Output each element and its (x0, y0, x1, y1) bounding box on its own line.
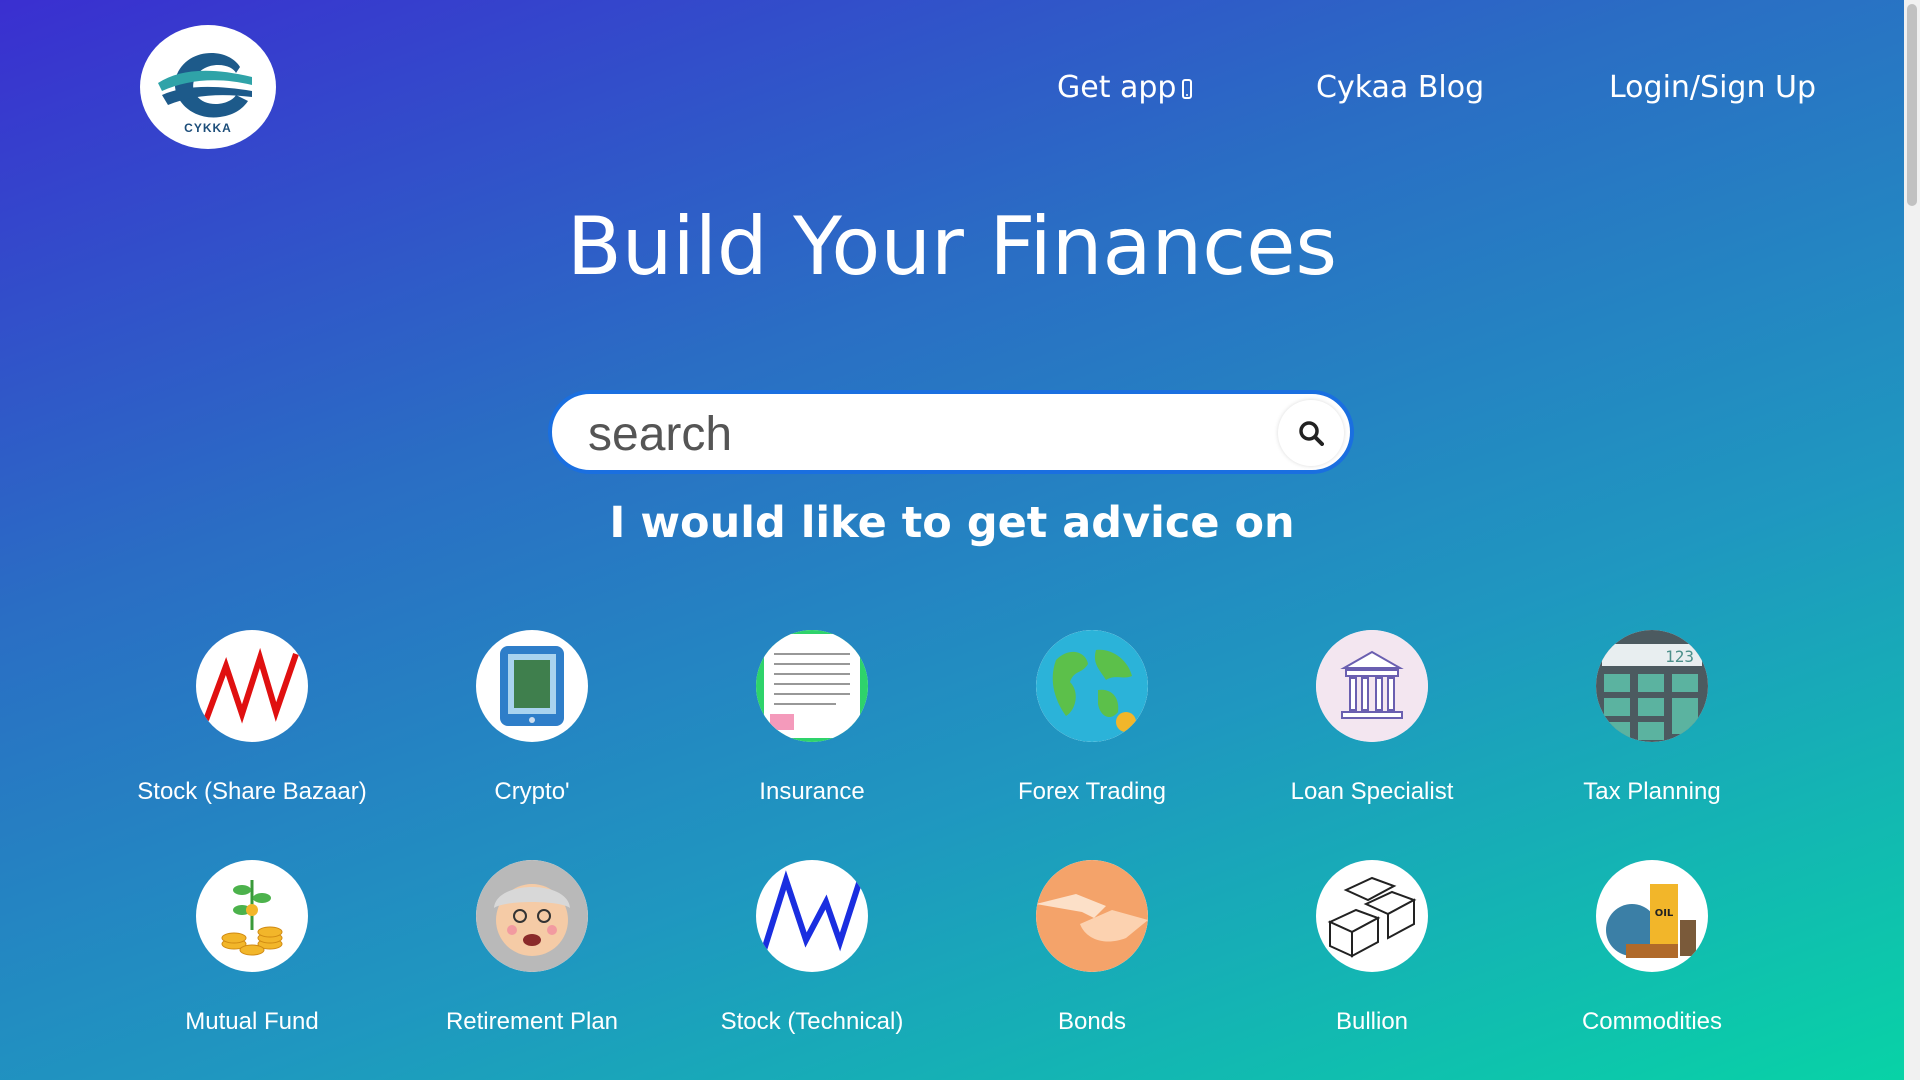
category-label: Crypto' (494, 778, 570, 805)
category-label: Loan Specialist (1290, 778, 1454, 805)
cykka-logo[interactable]: CYKKA (140, 25, 276, 149)
calculator-icon: 123 (1596, 630, 1708, 742)
category-tax-planning[interactable]: 123 Tax Planning (1522, 630, 1782, 806)
phone-icon (1182, 79, 1193, 99)
category-label: Mutual Fund (185, 1008, 319, 1035)
get-app-label: Get app (1057, 70, 1177, 105)
hero-title: Build Your Finances (566, 200, 1338, 293)
category-forex-trading[interactable]: Forex Trading (962, 630, 1222, 806)
category-commodities[interactable]: OIL Commodities (1522, 860, 1782, 1036)
logo-text: CYKKA (184, 121, 232, 135)
category-label: Forex Trading (1017, 778, 1167, 805)
elderly-man-icon (476, 860, 588, 972)
search-button[interactable] (1278, 400, 1344, 466)
search-input[interactable] (586, 402, 1250, 466)
category-label: Stock (Technical) (720, 1008, 904, 1035)
category-mutual-fund[interactable]: Mutual Fund (122, 860, 382, 1036)
advice-heading: I would like to get advice on (609, 498, 1295, 548)
blog-link[interactable]: Cykaa Blog (1316, 70, 1484, 105)
category-retirement-plan[interactable]: Retirement Plan (402, 860, 662, 1036)
page-scrollbar[interactable] (1904, 0, 1920, 1080)
search-bar (548, 390, 1354, 474)
bank-building-icon (1316, 630, 1428, 742)
category-stock-share-bazaar[interactable]: Stock (Share Bazaar) (122, 630, 382, 806)
get-app-link[interactable]: Get app (1057, 70, 1193, 105)
technical-chart-icon (756, 860, 868, 972)
money-plant-icon (196, 860, 308, 972)
gold-bars-icon (1316, 860, 1428, 972)
category-insurance[interactable]: Insurance (682, 630, 942, 806)
svg-text:123: 123 (1665, 647, 1694, 666)
category-bullion[interactable]: Bullion (1242, 860, 1502, 1036)
category-label: Tax Planning (1583, 778, 1721, 805)
page: CYKKA Get app Cykaa Blog Login/Sign Up B… (0, 0, 1904, 1080)
stock-chart-icon (196, 630, 308, 742)
category-label: Bonds (1057, 1008, 1127, 1035)
category-label: Commodities (1581, 1008, 1723, 1035)
category-loan-specialist[interactable]: Loan Specialist (1242, 630, 1502, 806)
category-label: Retirement Plan (445, 1008, 619, 1035)
handshake-icon (1036, 860, 1148, 972)
oil-commodities-icon: OIL (1596, 860, 1708, 972)
category-label: Bullion (1335, 1008, 1409, 1035)
category-stock-technical[interactable]: Stock (Technical) (682, 860, 942, 1036)
svg-text:OIL: OIL (1655, 908, 1674, 919)
category-crypto[interactable]: Crypto' (402, 630, 662, 806)
globe-icon (1036, 630, 1148, 742)
category-label: Insurance (759, 778, 865, 805)
scrollbar-thumb[interactable] (1907, 4, 1917, 206)
category-bonds[interactable]: Bonds (962, 860, 1222, 1036)
search-icon (1299, 421, 1324, 446)
insurance-document-icon (756, 630, 868, 742)
crypto-tablet-icon (476, 630, 588, 742)
login-signup-link[interactable]: Login/Sign Up (1609, 70, 1816, 105)
category-label: Stock (Share Bazaar) (137, 778, 367, 805)
